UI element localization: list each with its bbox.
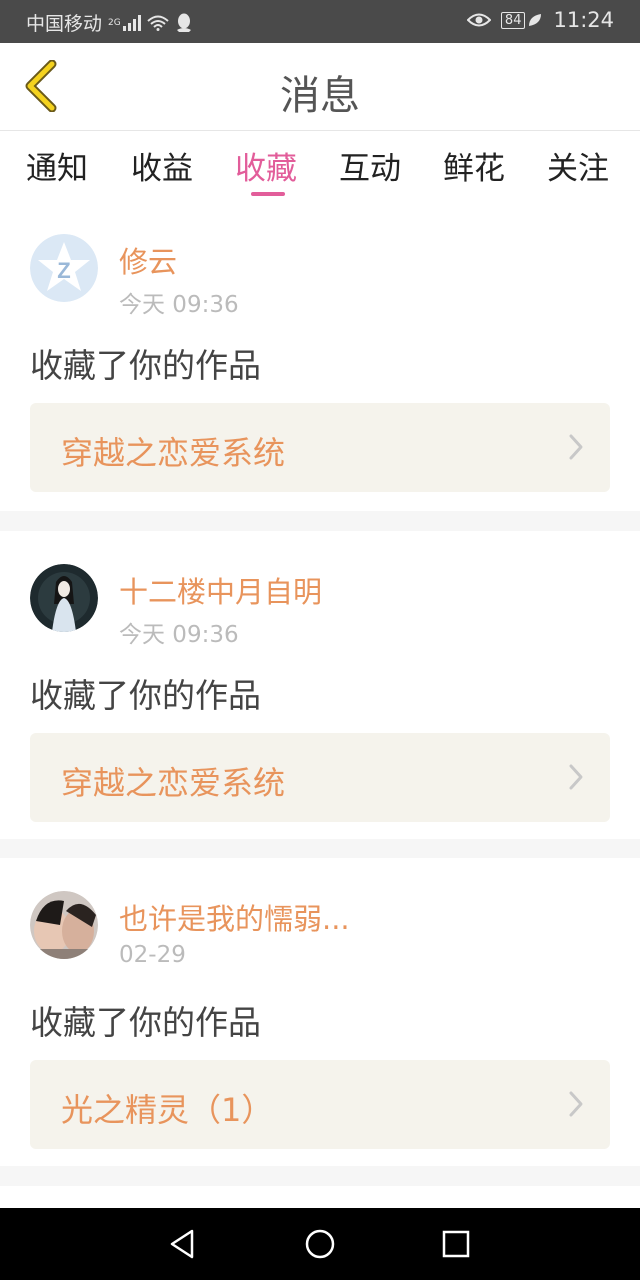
tab-earnings[interactable]: 收益 — [131, 143, 193, 188]
action-text: 收藏了你的作品 — [30, 346, 261, 385]
message-time: 02-29 — [119, 942, 186, 968]
triangle-back-icon — [170, 1229, 194, 1259]
work-link[interactable]: 穿越之恋爱系统 — [30, 403, 610, 492]
user-photo-avatar-icon — [30, 564, 98, 632]
message-card: 十二楼中月自明 今天 09:36 收藏了你的作品 穿越之恋爱系统 — [0, 531, 640, 839]
battery-level: 84 — [500, 11, 526, 29]
page-title: 消息 — [280, 73, 360, 119]
tab-favorites[interactable]: 收藏 — [235, 143, 297, 188]
wifi-icon — [147, 15, 169, 31]
system-navigation-bar — [0, 1208, 640, 1280]
qq-default-avatar-icon: Z — [30, 234, 98, 302]
message-card-partial — [0, 1186, 640, 1208]
top-navigation-bar: 消息 — [0, 43, 640, 131]
user-name[interactable]: 也许是我的懦弱... — [119, 896, 350, 938]
user-photo-avatar-icon — [30, 891, 98, 959]
avatar[interactable]: Z — [30, 234, 98, 302]
svg-text:Z: Z — [57, 258, 70, 283]
chevron-right-icon — [569, 1091, 583, 1117]
avatar[interactable] — [30, 891, 98, 959]
system-home-button[interactable] — [302, 1226, 338, 1262]
message-card: 也许是我的懦弱... 02-29 收藏了你的作品 光之精灵（1） — [0, 858, 640, 1166]
work-title: 穿越之恋爱系统 — [61, 764, 286, 802]
system-recents-button[interactable] — [438, 1226, 474, 1262]
avatar[interactable] — [30, 564, 98, 632]
user-name[interactable]: 修云 — [119, 239, 177, 281]
action-text: 收藏了你的作品 — [30, 1003, 261, 1042]
qq-notification-icon — [175, 13, 193, 33]
chevron-right-icon — [569, 434, 583, 460]
tab-bar: 通知 收益 收藏 互动 鲜花 关注 — [0, 131, 640, 201]
user-name[interactable]: 十二楼中月自明 — [119, 569, 322, 611]
network-type-label: 2G — [108, 17, 121, 28]
message-time: 今天 09:36 — [119, 622, 239, 648]
clock: 11:24 — [553, 8, 614, 32]
status-left: 中国移动 2G — [26, 9, 193, 36]
square-recents-icon — [442, 1230, 470, 1258]
tab-follows[interactable]: 关注 — [547, 143, 609, 188]
status-bar: 中国移动 2G 84 11:24 — [0, 0, 640, 43]
action-text: 收藏了你的作品 — [30, 676, 261, 715]
active-tab-indicator — [251, 192, 285, 196]
message-card: Z 修云 今天 09:36 收藏了你的作品 穿越之恋爱系统 — [0, 201, 640, 511]
system-back-button[interactable] — [164, 1226, 200, 1262]
battery-icon: 84 — [500, 11, 544, 29]
message-time: 今天 09:36 — [119, 292, 239, 318]
circle-home-icon — [305, 1229, 335, 1259]
chevron-right-icon — [569, 764, 583, 790]
tab-notifications[interactable]: 通知 — [26, 143, 88, 188]
eye-icon — [466, 12, 491, 28]
tab-flowers[interactable]: 鲜花 — [443, 143, 505, 188]
tab-interactions[interactable]: 互动 — [339, 143, 401, 188]
status-right: 84 11:24 — [466, 8, 614, 32]
work-title: 穿越之恋爱系统 — [61, 434, 286, 472]
work-link[interactable]: 光之精灵（1） — [30, 1060, 610, 1149]
work-title: 光之精灵（1） — [61, 1091, 274, 1129]
signal-icon: 2G — [108, 14, 141, 31]
carrier-label: 中国移动 — [26, 13, 103, 35]
work-link[interactable]: 穿越之恋爱系统 — [30, 733, 610, 822]
